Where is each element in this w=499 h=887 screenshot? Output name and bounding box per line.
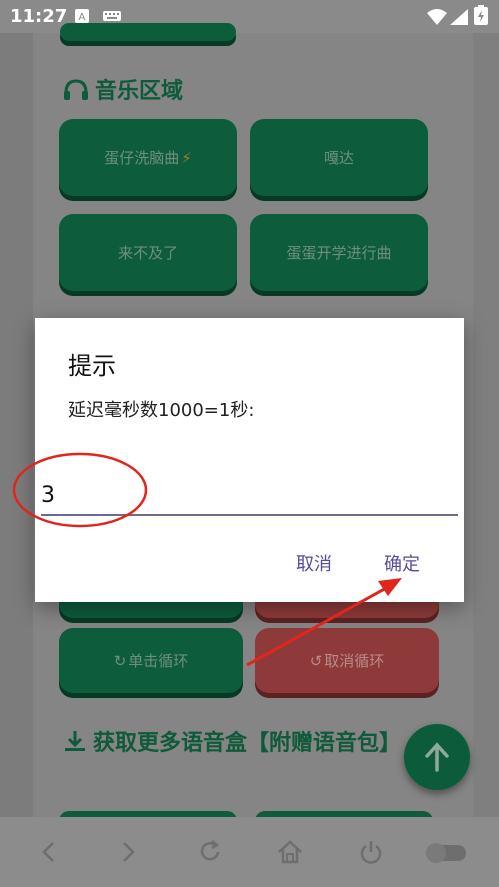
annotation-circle <box>12 452 148 528</box>
browser-toolbar <box>0 817 499 887</box>
annotation-overlay <box>12 452 402 667</box>
home-icon[interactable] <box>275 837 305 867</box>
back-icon[interactable] <box>35 837 65 867</box>
power-icon[interactable] <box>356 837 386 867</box>
annotation-arrow-line <box>246 585 389 667</box>
reload-icon[interactable] <box>195 837 225 867</box>
annotation-arrowhead <box>378 578 402 596</box>
toggle-icon[interactable] <box>422 837 470 867</box>
forward-icon[interactable] <box>113 837 143 867</box>
